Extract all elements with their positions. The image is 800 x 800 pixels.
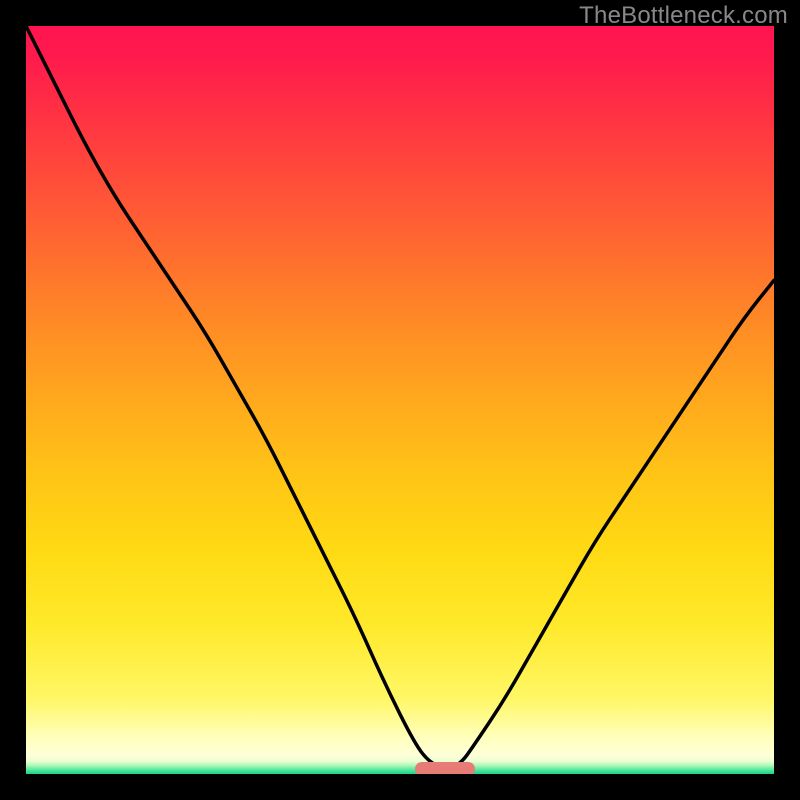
chart-frame: TheBottleneck.com	[0, 0, 800, 800]
plot-area	[26, 26, 774, 774]
bottleneck-curve	[26, 26, 774, 774]
watermark-text: TheBottleneck.com	[579, 2, 788, 30]
minimum-marker	[415, 762, 475, 774]
